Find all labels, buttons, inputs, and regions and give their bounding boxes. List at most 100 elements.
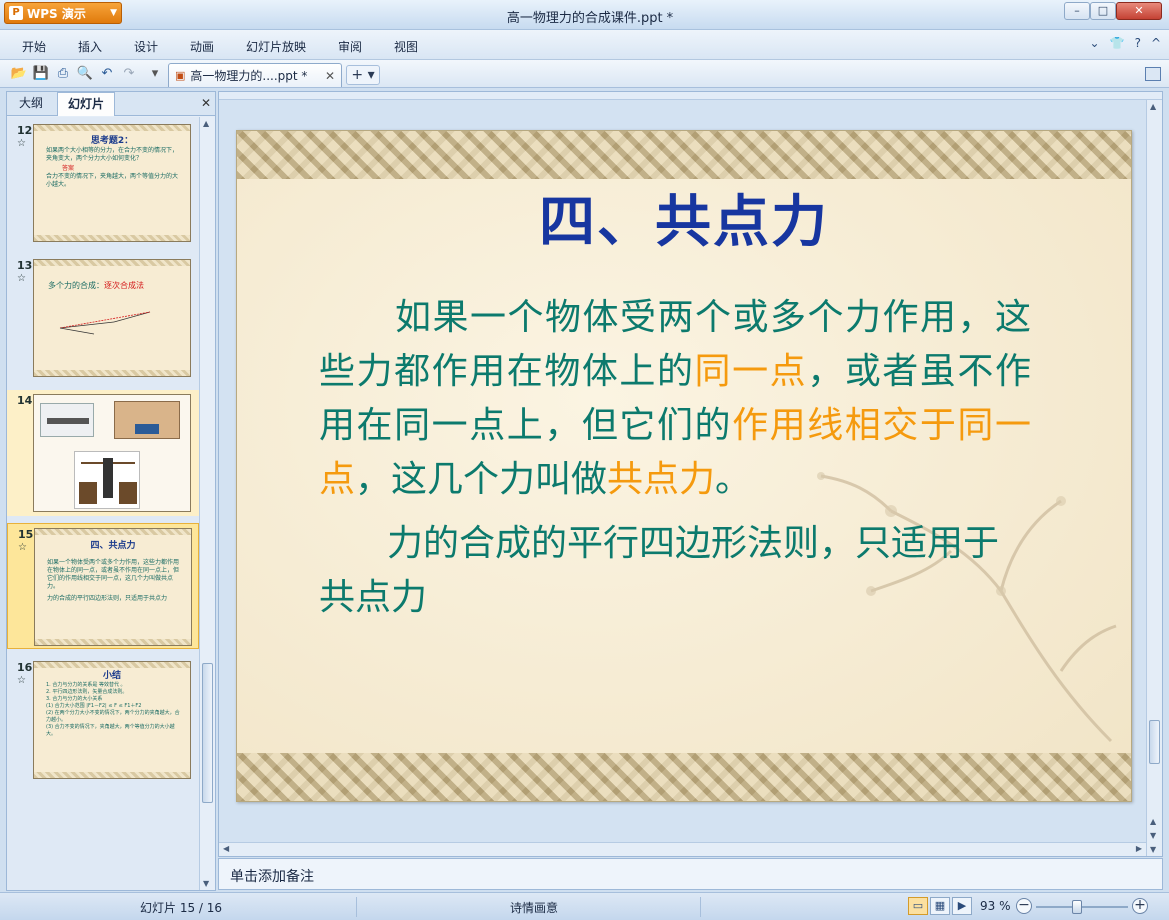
chevron-down-icon[interactable]: ⌄ <box>1090 36 1100 50</box>
redo-icon[interactable]: ↷ <box>120 65 138 83</box>
slide-number: 12 <box>17 124 33 137</box>
minimize-button[interactable]: – <box>1064 2 1090 20</box>
scroll-up-icon[interactable]: ▲ <box>1150 102 1156 111</box>
wps-app-menu-button[interactable]: P WPS 演示 ▼ <box>4 2 122 24</box>
menu-slideshow[interactable]: 幻灯片放映 <box>246 38 306 55</box>
open-folder-icon[interactable]: 📂 <box>10 65 28 83</box>
app-button-label: WPS 演示 <box>27 6 86 21</box>
scrollbar-thumb[interactable] <box>1149 720 1160 764</box>
zoom-level: 93 % <box>980 899 1011 913</box>
scroll-left-icon[interactable]: ◀ <box>223 844 229 853</box>
menu-home[interactable]: 开始 <box>22 38 46 55</box>
scroll-right-icon[interactable]: ▶ <box>1136 844 1142 853</box>
next-slide-icon[interactable]: ▼ <box>1150 831 1156 840</box>
close-window-button[interactable]: ✕ <box>1116 2 1162 20</box>
thumbnail-answer-label: 答案 <box>62 165 75 172</box>
animation-star-icon: ☆ <box>18 542 27 553</box>
tab-outline[interactable]: 大纲 <box>9 92 53 116</box>
shirt-icon[interactable]: 👕 <box>1110 36 1125 50</box>
menu-insert[interactable]: 插入 <box>78 38 102 55</box>
thumbnail-list: 12 ☆ 思考题2： 如果两个大小相等的分力，在合力不变的情况下，夹角变大，两个… <box>7 117 199 890</box>
zoom-slider-handle[interactable] <box>1072 900 1082 914</box>
zoom-in-button[interactable]: + <box>1132 898 1148 914</box>
menu-review[interactable]: 审阅 <box>338 38 362 55</box>
thumbnail-slide-16[interactable]: 16 ☆ 小结 1. 合力与分力的关系是 等效替代 。 2. 平行四边形法则，矢… <box>7 657 199 783</box>
window-title: 高一物理力的合成课件.ppt * <box>506 11 674 26</box>
zoom-slider-track[interactable] <box>1036 906 1128 908</box>
title-bar: P WPS 演示 ▼ 高一物理力的合成课件.ppt * – □ ✕ <box>0 0 1169 30</box>
scroll-down-icon[interactable]: ▼ <box>1150 845 1156 854</box>
scroll-down-icon[interactable]: ▼ <box>203 879 209 888</box>
theme-name: 诗情画意 <box>510 901 559 915</box>
current-slide[interactable]: 四、共点力 如果一个物体受两个或多个力作用，这些力都作用在物体上的同一点，或者虽… <box>236 130 1132 802</box>
close-panel-button[interactable]: ✕ <box>201 96 211 110</box>
highlight-run: 共点力 <box>607 459 716 500</box>
slide-number: 13 <box>17 259 33 272</box>
zoom-out-button[interactable]: − <box>1016 898 1032 914</box>
quick-access-toolbar: 📂 💾 ⎙ 🔍 ↶ ↷ ▾ ▣ 高一物理力的....ppt * ✕ + ▾ <box>0 60 1169 88</box>
animation-star-icon: ☆ <box>17 273 26 284</box>
slide-preview <box>33 394 191 512</box>
customize-toolbar-icon[interactable]: ▾ <box>146 65 164 83</box>
thumbnail-slide-15[interactable]: 15 ☆ 四、共点力 如果一个物体受两个或多个力作用，这些力都作用在物体上的同一… <box>7 523 199 649</box>
ppt-file-icon: ▣ <box>175 69 186 82</box>
slide-preview: 思考题2： 如果两个大小相等的分力，在合力不变的情况下，夹角变大，两个分力大小如… <box>33 124 191 242</box>
menu-animation[interactable]: 动画 <box>190 38 214 55</box>
previous-slide-icon[interactable]: ▲ <box>1150 817 1156 826</box>
thumbnail-slide-12[interactable]: 12 ☆ 思考题2： 如果两个大小相等的分力，在合力不变的情况下，夹角变大，两个… <box>7 120 199 246</box>
wps-logo-icon: P <box>9 6 23 20</box>
thumbnail-slide-13[interactable]: 13 ☆ 多个力的合成：逐次合成法 <box>7 255 199 381</box>
thumbnail-line: (3) 合力不变的情况下，夹角越大，两个等值分力的大小越大。 <box>46 724 175 737</box>
document-tab[interactable]: ▣ 高一物理力的....ppt * ✕ <box>168 63 342 87</box>
thumbnail-title-red: 逐次合成法 <box>104 281 144 290</box>
editor-horizontal-scrollbar[interactable]: ◀ ▶ <box>219 842 1146 856</box>
thumbnail-line: 合力不变的情况下，夹角越大，两个等值分力的大小越大。 <box>46 173 179 188</box>
thumbnail-text: 如果两个大小相等的分力，在合力不变的情况下，夹角变大，两个分力大小如何变化？ 答… <box>46 147 182 189</box>
menu-design[interactable]: 设计 <box>134 38 158 55</box>
slide-number: 15 <box>18 528 34 541</box>
status-divider <box>700 897 701 917</box>
maximize-button[interactable]: □ <box>1090 2 1116 20</box>
thumbnail-title: 多个力的合成：逐次合成法 <box>48 280 144 291</box>
thumbnail-line: 2. 平行四边形法则，矢量合成法则。 <box>46 689 128 695</box>
save-icon[interactable]: 💾 <box>32 65 50 83</box>
thumbnail-title: 思考题2： <box>90 136 134 146</box>
thumbnail-text: 1. 合力与分力的关系是 等效替代 。 2. 平行四边形法则，矢量合成法则。 3… <box>46 682 182 738</box>
help-icon[interactable]: ? <box>1135 36 1141 50</box>
thumbnail-line: (1) 合力大小范围 |F1－F2| ≤ F ≤ F1＋F2 <box>46 703 142 709</box>
slide-sorter-icon[interactable]: ▦ <box>930 897 950 915</box>
tab-slides[interactable]: 幻灯片 <box>57 92 116 116</box>
slide-number: 14 <box>17 394 33 407</box>
thumbnail-title: 四、共点力 <box>90 541 136 551</box>
editor-vertical-scrollbar[interactable]: ▲ ▲ ▼ ▼ <box>1146 100 1162 856</box>
slide-number: 16 <box>17 661 33 674</box>
slide-editor: 四、共点力 如果一个物体受两个或多个力作用，这些力都作用在物体上的同一点，或者虽… <box>218 91 1163 857</box>
undo-icon[interactable]: ↶ <box>98 65 116 83</box>
normal-view-icon[interactable]: ▭ <box>908 897 928 915</box>
animation-star-icon: ☆ <box>17 675 26 686</box>
tug-of-war-image <box>40 403 94 437</box>
scroll-up-icon[interactable]: ▲ <box>203 119 209 128</box>
collapse-ribbon-icon[interactable]: ^ <box>1151 36 1161 50</box>
slide-preview: 四、共点力 如果一个物体受两个或多个力作用，这些力都作用在物体上的同一点，或者虽… <box>34 528 192 646</box>
notes-placeholder[interactable]: 单击添加备注 <box>230 866 314 886</box>
window-layout-icon[interactable] <box>1145 67 1161 81</box>
slides-panel: 大纲 幻灯片 ✕ 12 ☆ 思考题2： 如果两个大小相等的分力，在合力不变的情况… <box>6 91 216 891</box>
slideshow-icon[interactable]: ▶ <box>952 897 972 915</box>
print-icon[interactable]: ⎙ <box>54 65 72 83</box>
notes-pane[interactable]: 单击添加备注 <box>218 858 1163 890</box>
slide-counter: 幻灯片 15 / 16 <box>140 901 223 915</box>
thumbnail-line: 力的合成的平行四边形法则，只适用于共点力 <box>47 595 168 602</box>
panel-tabs: 大纲 幻灯片 ✕ <box>7 92 215 116</box>
scrollbar-thumb[interactable] <box>202 663 213 803</box>
chevron-down-icon: ▼ <box>110 8 117 18</box>
new-tab-button[interactable]: + ▾ <box>346 65 380 85</box>
status-divider <box>356 897 357 917</box>
thumbnail-slide-14[interactable]: 14 <box>7 390 199 516</box>
slide-title[interactable]: 四、共点力 <box>237 177 1131 258</box>
thumbnail-scrollbar[interactable]: ▲ ▼ <box>199 117 215 890</box>
close-tab-button[interactable]: ✕ <box>325 69 335 83</box>
menu-view[interactable]: 视图 <box>394 38 418 55</box>
slide-body-text[interactable]: 如果一个物体受两个或多个力作用，这些力都作用在物体上的同一点，或者虽不作用在同一… <box>319 291 1031 625</box>
print-preview-icon[interactable]: 🔍 <box>76 65 94 83</box>
